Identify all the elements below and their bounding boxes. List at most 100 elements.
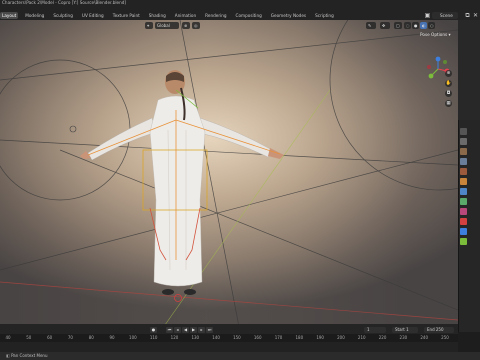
xray-icon[interactable]: ▢	[394, 21, 402, 29]
data-tab-icon[interactable]	[460, 198, 467, 205]
render-tab-icon[interactable]	[460, 138, 467, 145]
scene-icon[interactable]: ▣	[424, 12, 431, 19]
copy-icon[interactable]: ⧉	[464, 12, 471, 19]
gizmo-neg-x-icon	[427, 65, 431, 69]
outliner-panel	[458, 20, 480, 120]
play-icon[interactable]: ▶	[190, 327, 197, 333]
start-frame-field[interactable]: Start 1	[392, 327, 418, 333]
grid-icon[interactable]: ▦	[445, 100, 452, 107]
workspace-tab-animation[interactable]: Animation	[173, 12, 198, 19]
shading-material-icon[interactable]: ◐	[420, 21, 427, 29]
output-tab-icon[interactable]	[460, 148, 467, 155]
workspace-tab-scripting[interactable]: Scripting	[313, 12, 336, 19]
ruler-tick: 180	[295, 335, 304, 340]
workspace-tab-layout[interactable]: Layout	[0, 12, 19, 19]
end-label: End	[427, 327, 435, 332]
record-icon[interactable]: ●	[150, 327, 157, 333]
ruler-tick: 230	[399, 335, 408, 340]
gizmo-y-icon	[428, 73, 434, 79]
gizmo-neg-y-icon	[443, 60, 447, 64]
workspace-tab-modeling[interactable]: Modeling	[23, 12, 46, 19]
workspace-tab-uv-editing[interactable]: UV Editing	[80, 12, 106, 19]
zoom-icon[interactable]: ⊕	[445, 70, 452, 77]
shading-solid-icon[interactable]: ●	[412, 21, 419, 29]
view-layer-tab-icon[interactable]	[460, 158, 467, 165]
workspace-tab-texture-paint[interactable]: Texture Paint	[111, 12, 142, 19]
ruler-tick: 190	[316, 335, 324, 340]
scene-tab-icon[interactable]	[460, 168, 467, 175]
guide-circle	[329, 20, 458, 191]
end-frame-field[interactable]: End 250	[424, 327, 454, 333]
ruler-tick: 120	[170, 335, 179, 340]
ruler-tick: 150	[233, 335, 241, 340]
ruler-tick: 90	[109, 335, 115, 340]
viewport-overlay	[0, 20, 458, 332]
pose-options-dropdown[interactable]: Pose Options	[420, 32, 451, 37]
gizmo-z-icon	[435, 56, 441, 62]
hand-icon[interactable]: ✋	[445, 80, 452, 87]
tool-tab-icon[interactable]	[460, 128, 467, 135]
next-keyframe-icon[interactable]: ▸	[198, 327, 205, 333]
status-hint: Pan Context Menu	[6, 352, 47, 360]
current-frame-field[interactable]: 1	[364, 327, 386, 333]
object-tab-icon[interactable]	[460, 178, 467, 185]
jump-end-icon[interactable]: ⏭	[206, 327, 213, 333]
ruler-tick: 70	[67, 335, 73, 340]
camera-icon[interactable]: ◘	[445, 90, 452, 97]
guide-line	[0, 139, 458, 166]
overlay-icon[interactable]: ✎	[366, 21, 376, 29]
empty-marker	[69, 125, 77, 133]
workspace-tab-geometry-nodes[interactable]: Geometry Nodes	[269, 12, 308, 19]
guide-circle	[0, 59, 131, 201]
navigation-gizmo[interactable]	[425, 56, 451, 82]
modifier-tab-icon[interactable]	[460, 188, 467, 195]
ruler-tick: 80	[88, 335, 94, 340]
guide-line	[0, 149, 458, 271]
ruler-tick: 130	[191, 335, 200, 340]
status-bar: Pan Context Menu	[0, 352, 480, 360]
prev-keyframe-icon[interactable]: ◂	[174, 327, 181, 333]
top-bar: Characters\Pack 2\Model - Copro [Y:] Sou…	[0, 0, 480, 21]
workspace-tab-rendering[interactable]: Rendering	[203, 12, 228, 19]
viewport-header: ⌖ Global ⊕ ◎ ✎ ✥ ▢ ◌ ● ◐ ○	[0, 20, 458, 30]
play-reverse-icon[interactable]: ◀	[182, 327, 189, 333]
timeline-header	[0, 324, 458, 334]
start-value: 1	[406, 327, 409, 332]
texture-tab-icon[interactable]	[460, 218, 467, 225]
workspace-tab-sculpting[interactable]: Sculpting	[51, 12, 75, 19]
ruler-tick: 170	[274, 335, 283, 340]
workspace-tabs: Layout Modeling Sculpting UV Editing Texture…	[0, 12, 336, 19]
timeline-track[interactable]	[0, 342, 458, 352]
guide-line	[59, 149, 458, 311]
proportional-icon[interactable]: ◎	[192, 21, 200, 29]
workspace-tab-shading[interactable]: Shading	[147, 12, 168, 19]
start-label: Start	[395, 327, 405, 332]
x-axis-line	[0, 281, 458, 321]
workspace-tab-compositing[interactable]: Compositing	[234, 12, 264, 19]
guide-line	[0, 29, 458, 81]
ruler-tick: 210	[357, 335, 366, 340]
ruler-tick: 140	[212, 335, 220, 340]
ruler-tick: 60	[47, 335, 53, 340]
ruler-tick: 160	[253, 335, 262, 340]
ruler-tick: 220	[378, 335, 387, 340]
material-tab-icon[interactable]	[460, 208, 467, 215]
physics-tab-icon[interactable]	[460, 238, 467, 245]
ruler-tick: 50	[26, 335, 32, 340]
transform-pivot-icon[interactable]: ⌖	[145, 21, 153, 29]
orientation-dropdown[interactable]: Global	[155, 21, 179, 29]
timeline-ruler[interactable]: 40 50 60 70 80 90 100 110 120 130 140 150 160 170 180 1…	[0, 334, 458, 342]
constraint-tab-icon[interactable]	[460, 228, 467, 235]
jump-start-icon[interactable]: ⏮	[166, 327, 173, 333]
snap-icon[interactable]: ⊕	[182, 21, 190, 29]
3d-viewport[interactable]: ⌖ Global ⊕ ◎ ✎ ✥ ▢ ◌ ● ◐ ○ Pose Options …	[0, 20, 458, 332]
end-value: 250	[435, 327, 444, 332]
scene-selector[interactable]: Scene	[432, 12, 458, 19]
close-icon[interactable]: ✕	[472, 12, 479, 19]
ruler-tick: 240	[420, 335, 429, 340]
shading-wire-icon[interactable]: ◌	[404, 21, 411, 29]
ruler-tick: 40	[5, 335, 11, 340]
shading-render-icon[interactable]: ○	[428, 21, 435, 29]
gizmo-icon[interactable]: ✥	[380, 21, 390, 29]
root-marker	[174, 294, 182, 302]
